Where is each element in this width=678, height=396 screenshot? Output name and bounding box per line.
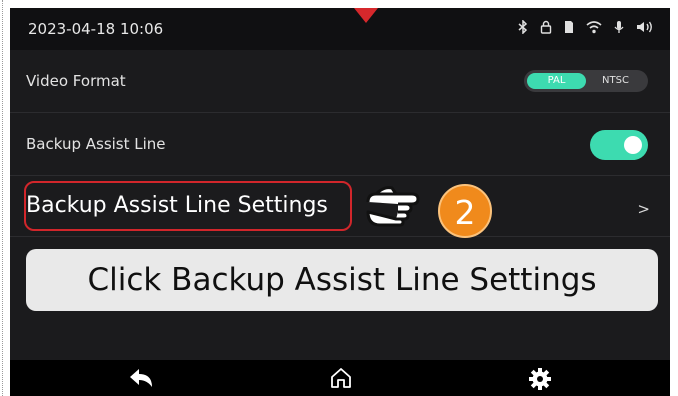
video-format-label: Video Format [26, 72, 126, 90]
back-icon[interactable] [128, 367, 154, 389]
bottom-nav-bar [10, 360, 670, 396]
chevron-right-icon: > [637, 200, 650, 218]
backup-assist-line-row: Backup Assist Line [10, 113, 670, 176]
step-number-badge: 2 [438, 184, 492, 238]
backup-assist-line-toggle[interactable] [590, 130, 648, 160]
wifi-icon [586, 21, 602, 34]
pointer-marker-icon [354, 8, 378, 23]
video-format-row: Video Format PAL NTSC [10, 50, 670, 113]
video-format-selector[interactable]: PAL NTSC [524, 70, 648, 92]
bluetooth-icon [518, 20, 528, 34]
video-format-option-pal[interactable]: PAL [527, 73, 586, 89]
status-bar: 2023-04-18 10:06 [10, 8, 670, 50]
toggle-knob [624, 136, 642, 154]
status-icons [518, 20, 654, 34]
microphone-icon [614, 21, 624, 33]
status-datetime: 2023-04-18 10:06 [28, 20, 164, 38]
instruction-banner: Click Backup Assist Line Settings [26, 249, 658, 311]
settings-gear-icon[interactable] [528, 367, 552, 391]
speaker-icon [637, 21, 652, 33]
page-margin-line [2, 0, 4, 396]
lock-icon [540, 20, 552, 34]
sd-card-icon [565, 21, 573, 33]
backup-assist-line-settings-label[interactable]: Backup Assist Line Settings [26, 193, 328, 218]
backup-assist-line-label: Backup Assist Line [26, 135, 166, 153]
pointing-hand-icon [366, 186, 420, 227]
video-format-option-ntsc[interactable]: NTSC [586, 73, 645, 89]
home-icon[interactable] [329, 367, 353, 389]
